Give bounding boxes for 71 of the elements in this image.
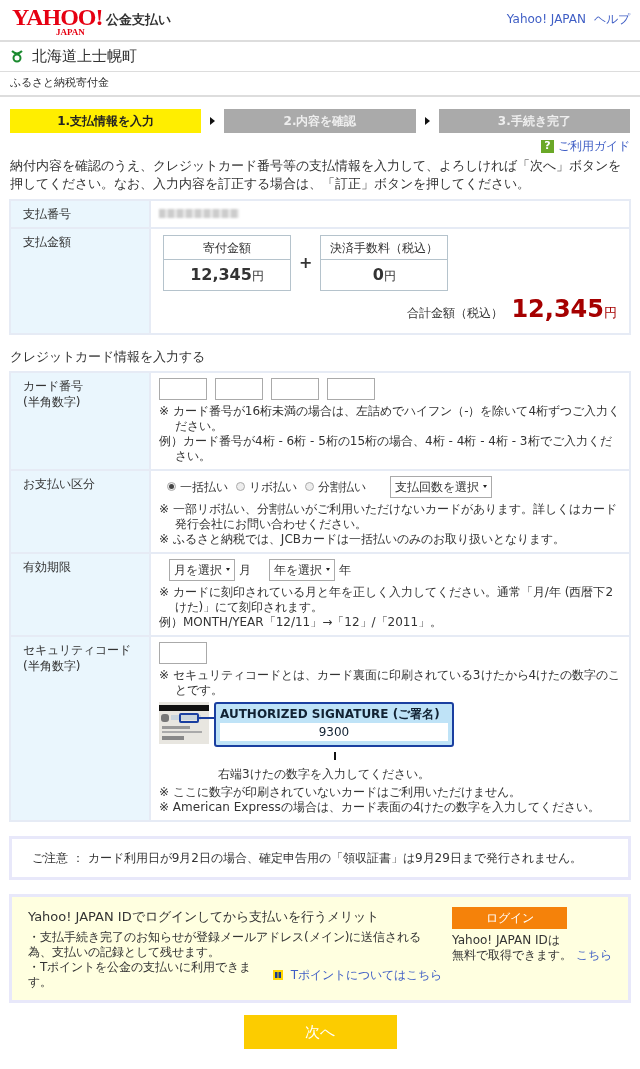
notice-text: ご注意 ： カード利用日が9月2日の場合、確定申告用の「領収証書」は9月29日まで発行されません。 (32, 849, 583, 867)
card-number-field[interactable] (271, 377, 319, 400)
amount-label: 決済手数料（税込） (321, 236, 448, 260)
amount-value: 0円 (371, 264, 397, 286)
row-label: 支払金額 (11, 229, 151, 333)
date-dropdown[interactable]: 年を選択 (269, 558, 335, 581)
header-link[interactable]: ヘルプ (594, 10, 630, 40)
note-text: 例）MONTH/YEAR「12/11」→「12」/「2011」。 (159, 614, 444, 630)
caret-icon (483, 485, 487, 488)
header-link[interactable]: Yahoo! JAPAN (506, 10, 586, 40)
section-title: クレジットカード情報を入力する (10, 348, 206, 366)
login-benefits-title: Yahoo! JAPAN IDでログインしてから支払いを行うメリット (28, 907, 380, 926)
point-card-icon (272, 970, 283, 980)
emblem-icon (10, 49, 24, 64)
radio-button[interactable] (236, 482, 245, 491)
total-amount: 12,345円 (511, 294, 617, 325)
id-note-text: Yahoo! JAPAN IDは (452, 932, 561, 948)
note-text: ※ ふるさと納税では、JCBカードは一括払いのみのお取り扱いとなります。 (159, 531, 567, 547)
radio-label[interactable]: 一括払い (180, 477, 228, 496)
unit-label: 年 (339, 561, 351, 579)
row-label: セキュリティコード (23, 641, 132, 658)
service-title: 公金支払い (106, 11, 172, 29)
benefit-text: ・支払手続き完了のお知らせが登録メールアドレス(メイン)に送信される為、支払いの記録として残せます。 (28, 930, 423, 960)
plus-sign: + (299, 252, 313, 274)
radio-label[interactable]: リボ払い (249, 477, 297, 496)
signature-panel: AUTHORIZED SIGNATURE (ご署名) 9300 (214, 701, 454, 747)
logo-text[interactable]: YAHOO! (12, 6, 103, 28)
row-sublabel: (半角数字) (23, 657, 82, 674)
tpoint-link[interactable]: Tポイントについてはこちら (290, 967, 442, 983)
note-text: ※ 一部リボ払い、分割払いがご利用いただけないカードがあります。詳しくはカード発行会社にお問い合わせください。 (159, 501, 618, 532)
guide-link[interactable]: ご利用ガイド (558, 137, 630, 155)
note-text: ※ ここに数字が印刷されていないカードはご利用いただけません。 (159, 784, 522, 800)
row-label: 有効期限 (23, 558, 72, 575)
unit-label: 月 (239, 561, 251, 579)
security-code-field[interactable] (159, 641, 207, 664)
installments-dropdown[interactable]: 支払回数を選択 (390, 475, 492, 498)
leader-line (334, 752, 336, 760)
signup-link[interactable]: こちら (576, 947, 612, 963)
note-text: ※ American Expressの場合は、カード表面の4けたの数字を入力してください。 (159, 799, 602, 815)
card-number-field[interactable] (159, 377, 207, 400)
id-note-text: 無料で取得できます。 (452, 947, 572, 963)
radio-button[interactable] (305, 482, 314, 491)
note-text: ※ カード番号が16桁未満の場合は、左詰めでハイフン（-）を除いて4桁ずつご入力ください。 (159, 403, 621, 434)
row-label: お支払い区分 (23, 475, 96, 492)
municipality-name: 北海道上士幌町 (32, 46, 137, 67)
step-arrow-icon (210, 117, 216, 125)
radio-label[interactable]: 分割払い (318, 477, 366, 496)
note-text: ※ カードに刻印されている月と年を正しく入力してください。通常「月/年 (西暦下2けた)」にて刻印されます。 (159, 584, 615, 615)
page-subtitle: ふるさと納税寄付金 (0, 71, 640, 97)
radio-button[interactable] (167, 482, 176, 491)
diagram-caption: 右端3けたの数字を入力してください。 (218, 765, 431, 783)
total-label: 合計金額（税込） (407, 305, 504, 322)
help-icon: ? (541, 139, 554, 153)
card-number-field[interactable] (215, 377, 263, 400)
card-number-field[interactable] (327, 377, 375, 400)
row-sublabel: (半角数字) (23, 393, 82, 410)
intro-text: 納付内容を確認のうえ、クレジットカード番号等の支払情報を入力して、よろしければ「次へ」ボタンを押してください。なお、入力内容を訂正する場合は、「訂正」ボタンを押してください。 (9, 157, 622, 193)
caret-icon (326, 568, 330, 571)
date-dropdown[interactable]: 月を選択 (169, 558, 235, 581)
amount-value: 12,345円 (189, 264, 265, 286)
row-label: カード番号 (23, 377, 84, 394)
note-text: ※ セキュリティコードとは、カード裏面に印刷されている3けたから4けたの数字のことです。 (159, 667, 621, 698)
caret-icon (226, 568, 230, 571)
benefit-text: ・Tポイントを公金の支払いに利用できます。 (28, 960, 253, 990)
leader-line (199, 716, 214, 719)
note-text: 例）カード番号が4桁 - 6桁 - 5桁の15桁の場合、4桁 - 4桁 - 4桁 - 3桁でご入力ください。 (159, 433, 613, 464)
highlight-frame (179, 712, 199, 723)
step-arrow-icon (424, 117, 430, 125)
logo-subtext[interactable]: JAPAN (56, 28, 103, 37)
row-label: 支払番号 (11, 201, 151, 227)
amount-label: 寄付金額 (164, 236, 290, 260)
